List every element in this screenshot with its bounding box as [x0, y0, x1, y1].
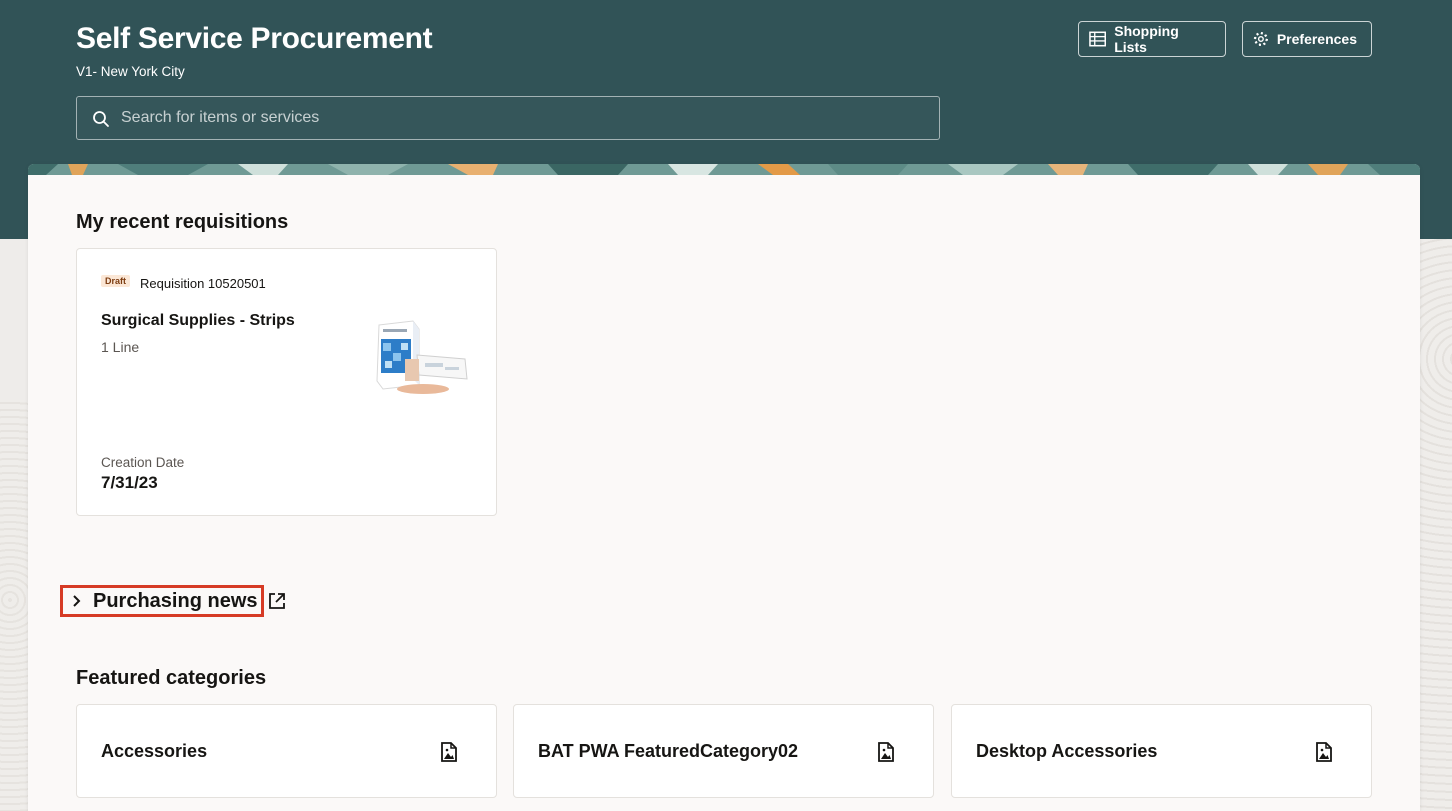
product-thumbnail	[376, 320, 468, 394]
category-card[interactable]: BAT PWA FeaturedCategory02	[513, 704, 934, 798]
creation-date-value: 7/31/23	[101, 473, 158, 492]
image-file-icon	[441, 742, 457, 762]
preferences-label: Preferences	[1276, 31, 1357, 47]
image-file-icon	[1316, 742, 1332, 762]
table-icon	[1089, 31, 1107, 47]
requisition-line-count: 1 Line	[101, 339, 140, 355]
featured-categories-heading: Featured categories	[76, 667, 267, 689]
image-file-icon	[878, 742, 894, 762]
category-name: Accessories	[101, 741, 208, 761]
decorative-pattern-right	[1420, 239, 1452, 811]
external-link-icon[interactable]	[267, 591, 287, 611]
requisition-title: Surgical Supplies - Strips	[101, 312, 295, 329]
search-input[interactable]	[121, 97, 921, 139]
search-icon	[93, 111, 109, 127]
category-card[interactable]: Accessories	[76, 704, 497, 798]
shopping-lists-button[interactable]: Shopping Lists	[1078, 21, 1226, 57]
purchasing-news-label: Purchasing news	[93, 589, 258, 612]
recent-requisitions-heading: My recent requisitions	[76, 211, 289, 233]
decorative-pattern-left	[0, 400, 28, 811]
business-unit-label: V1- New York City	[76, 64, 185, 79]
shopping-lists-label: Shopping Lists	[1114, 23, 1179, 55]
category-name: Desktop Accessories	[976, 741, 1158, 761]
purchasing-news-toggle[interactable]: Purchasing news	[60, 585, 264, 617]
page-title: Self Service Procurement	[76, 22, 433, 55]
requisition-card[interactable]: Draft Requisition 10520501 Surgical Supp…	[76, 248, 497, 516]
decorative-banner	[28, 164, 1420, 175]
requisition-number: Requisition 10520501	[140, 276, 266, 291]
status-badge: Draft	[101, 275, 131, 287]
preferences-button[interactable]: Preferences	[1242, 21, 1372, 57]
chevron-right-icon	[73, 595, 81, 607]
category-name: BAT PWA FeaturedCategory02	[538, 741, 799, 761]
category-card[interactable]: Desktop Accessories	[951, 704, 1372, 798]
creation-date-label: Creation Date	[101, 455, 185, 470]
search-box[interactable]	[76, 96, 940, 140]
gear-icon	[1253, 31, 1268, 47]
